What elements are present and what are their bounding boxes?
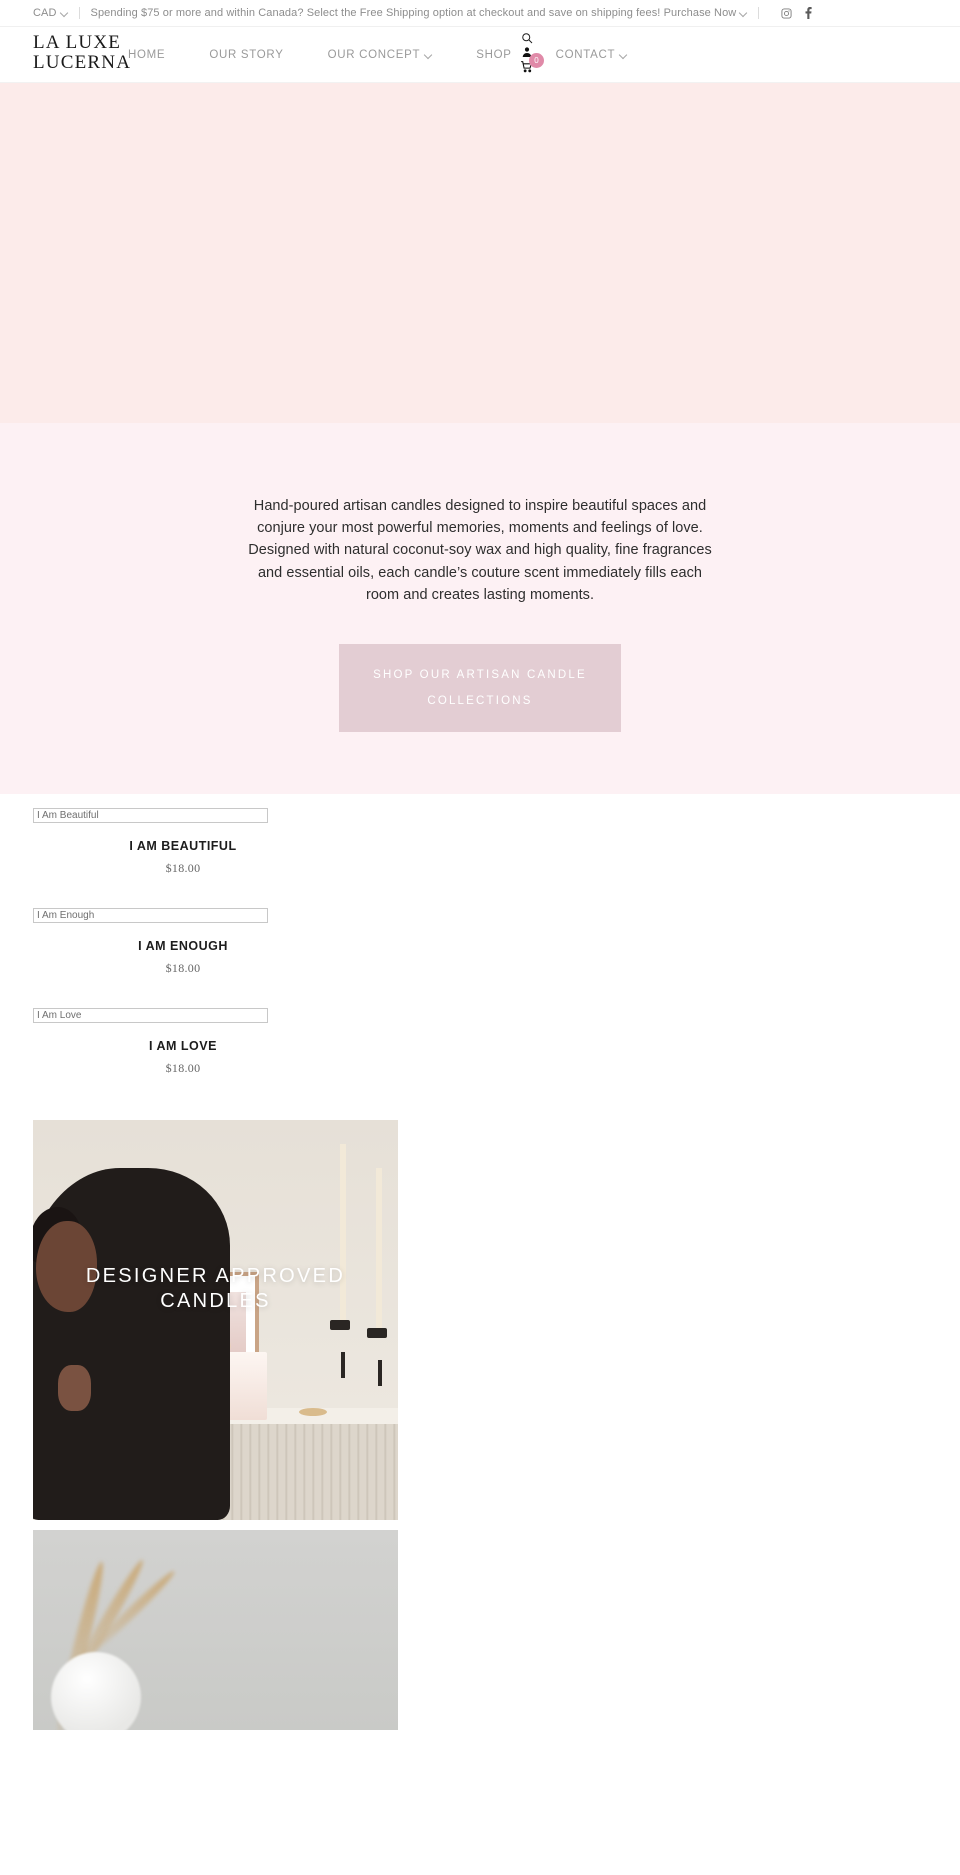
product-card[interactable]: I Am Beautiful I AM BEAUTIFUL $18.00 <box>33 808 333 876</box>
banner-designer-approved[interactable]: DESIGNER APPROVED CANDLES <box>33 1120 398 1521</box>
chevron-down-icon <box>425 52 432 59</box>
product-image-broken[interactable]: I Am Enough <box>33 908 268 924</box>
nav-label: HOME <box>128 49 166 61</box>
chevron-down-icon <box>61 10 68 17</box>
header-icon-group: 0 <box>516 27 556 83</box>
intro-section: Hand-poured artisan candles designed to … <box>0 423 960 795</box>
announcement-message: Spending $75 or more and within Canada? … <box>90 7 737 19</box>
banner-section: DESIGNER APPROVED CANDLES <box>0 1108 960 1731</box>
logo-line-2: LUCERNA <box>33 52 132 73</box>
instagram-icon[interactable] <box>781 7 792 19</box>
site-header: LA LUXE LUCERNA HOME OUR STORY OUR CONCE… <box>0 27 960 83</box>
nav-label: SHOP <box>476 49 512 61</box>
product-image-broken[interactable]: I Am Love <box>33 1008 268 1024</box>
intro-paragraph: Hand-poured artisan candles designed to … <box>248 498 712 603</box>
product-price: $18.00 <box>165 861 201 876</box>
banner-image <box>33 1530 398 1731</box>
product-list: I Am Beautiful I AM BEAUTIFUL $18.00 I A… <box>0 794 960 1077</box>
social-links <box>781 7 812 19</box>
nav-label: CONTACT <box>555 49 616 61</box>
facebook-icon[interactable] <box>805 7 812 19</box>
product-title: I AM BEAUTIFUL <box>129 839 237 854</box>
cart-count-badge: 0 <box>529 53 544 68</box>
product-price: $18.00 <box>165 1061 201 1076</box>
nav-label: OUR CONCEPT <box>327 49 421 61</box>
product-price: $18.00 <box>165 961 201 976</box>
hero-banner <box>0 83 960 423</box>
currency-label: CAD <box>33 7 57 19</box>
currency-selector[interactable]: CAD <box>33 7 68 19</box>
product-title: I AM ENOUGH <box>138 939 228 954</box>
chevron-down-icon <box>740 10 747 17</box>
nav-item-contact[interactable]: CONTACT <box>556 49 628 61</box>
product-image-broken[interactable]: I Am Beautiful <box>33 808 268 824</box>
banner-secondary[interactable] <box>33 1530 398 1731</box>
banner-image <box>33 1120 398 1521</box>
product-title: I AM LOVE <box>149 1039 217 1054</box>
nav-item-our-story[interactable]: OUR STORY <box>209 49 283 61</box>
nav-item-shop[interactable]: SHOP <box>476 49 511 61</box>
nav-item-home[interactable]: HOME <box>128 49 165 61</box>
announcement-bar: CAD Spending $75 or more and within Cana… <box>0 0 960 27</box>
nav-item-our-concept[interactable]: OUR CONCEPT <box>328 49 433 61</box>
announcement-message-group[interactable]: Spending $75 or more and within Canada? … <box>91 7 748 19</box>
divider <box>78 7 80 19</box>
logo-line-1: LA LUXE <box>33 32 122 53</box>
shop-collections-button[interactable]: SHOP OUR ARTISAN CANDLE COLLECTIONS <box>339 644 621 733</box>
nav-label: OUR STORY <box>209 49 284 61</box>
product-card[interactable]: I Am Enough I AM ENOUGH $18.00 <box>33 908 333 976</box>
chevron-down-icon <box>620 52 627 59</box>
divider <box>758 7 760 19</box>
banner-caption: DESIGNER APPROVED CANDLES <box>85 1265 346 1313</box>
product-card[interactable]: I Am Love I AM LOVE $18.00 <box>33 1008 333 1076</box>
site-logo[interactable]: LA LUXE LUCERNA <box>33 33 131 73</box>
